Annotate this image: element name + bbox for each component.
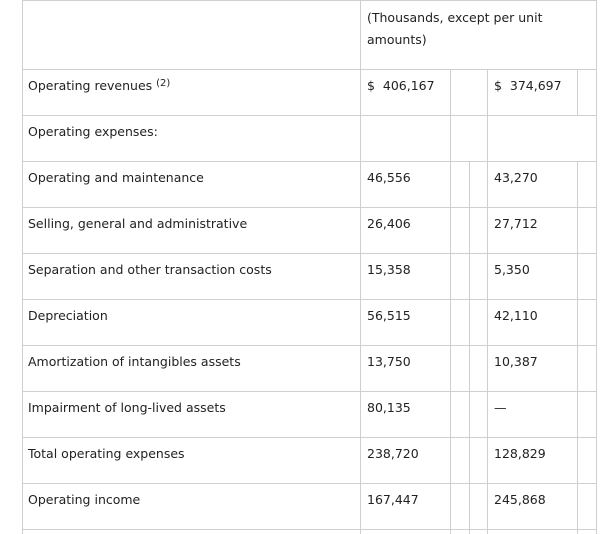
value-current: 46,556 <box>367 170 411 185</box>
financial-table: (Thousands, except per unit amounts) Ope… <box>0 0 613 534</box>
row-divider <box>22 115 596 116</box>
row-label: Impairment of long-lived assets <box>28 400 226 415</box>
row-label: Operating income <box>28 492 141 507</box>
column-divider <box>360 0 361 534</box>
value-current: 238,720 <box>367 446 419 461</box>
value-prior: 10,387 <box>494 354 538 369</box>
value-current: 56,515 <box>367 308 411 323</box>
column-divider <box>487 69 488 534</box>
row-divider <box>22 437 596 438</box>
units-header: (Thousands, except per unit amounts) <box>367 10 543 47</box>
column-divider <box>577 69 578 115</box>
column-divider <box>577 161 578 534</box>
column-divider <box>469 161 470 534</box>
value-current: 15,358 <box>367 262 411 277</box>
row-divider <box>22 345 596 346</box>
row-divider <box>22 69 596 70</box>
value-prior: $ 374,697 <box>494 78 562 93</box>
row-divider <box>22 207 596 208</box>
column-divider <box>596 0 597 534</box>
value-current: $ 406,167 <box>367 78 435 93</box>
row-label: Operating and maintenance <box>28 170 204 185</box>
row-label: Separation and other transaction costs <box>28 262 272 277</box>
value-current: 80,135 <box>367 400 411 415</box>
footnote-marker: (2) <box>156 78 171 89</box>
column-divider <box>22 0 23 534</box>
row-label: Total operating expenses <box>28 446 185 461</box>
value-prior: 128,829 <box>494 446 546 461</box>
row-divider <box>22 161 596 162</box>
value-prior: 42,110 <box>494 308 538 323</box>
row-divider <box>22 483 596 484</box>
row-label: Amortization of intangibles assets <box>28 354 241 369</box>
row-label: Operating revenues (2) <box>28 78 170 94</box>
value-current: 13,750 <box>367 354 411 369</box>
row-divider <box>22 391 596 392</box>
value-prior: 5,350 <box>494 262 530 277</box>
row-label: Depreciation <box>28 308 108 323</box>
value-prior: 27,712 <box>494 216 538 231</box>
column-divider <box>450 69 451 534</box>
value-current: 26,406 <box>367 216 411 231</box>
row-divider <box>22 253 596 254</box>
row-label-text: Operating revenues <box>28 78 153 93</box>
value-prior: 245,868 <box>494 492 546 507</box>
row-label: Operating expenses: <box>28 124 158 139</box>
value-prior: — <box>494 400 507 415</box>
value-current: 167,447 <box>367 492 419 507</box>
row-divider <box>22 299 596 300</box>
row-divider <box>22 0 596 1</box>
value-prior: 43,270 <box>494 170 538 185</box>
row-divider <box>22 529 596 530</box>
row-label: Selling, general and administrative <box>28 216 248 231</box>
